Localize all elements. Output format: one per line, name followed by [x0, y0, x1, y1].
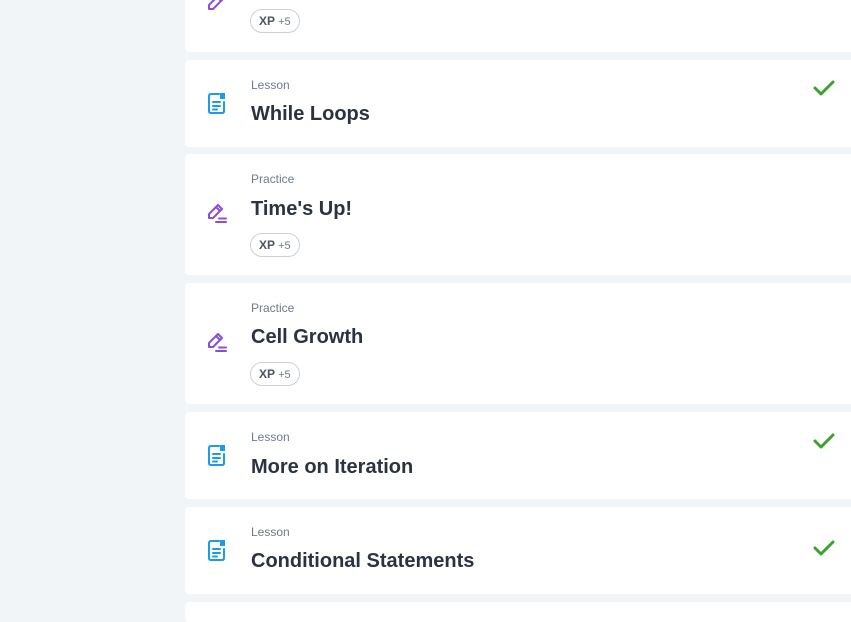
- xp-badge: XP +5: [250, 9, 300, 33]
- item-title[interactable]: Time's Up!: [251, 197, 352, 221]
- completed-check-icon: [813, 433, 835, 449]
- item-kind: Practice: [251, 172, 295, 186]
- item-kind: Lesson: [251, 525, 290, 539]
- xp-value: +5: [278, 369, 291, 381]
- completed-check-icon: [813, 80, 835, 96]
- item-title[interactable]: More on Iteration: [251, 455, 413, 479]
- lesson-document-icon: [208, 540, 225, 561]
- xp-label: XP: [259, 14, 276, 28]
- practice-card[interactable]: Practice Cell Growth XP +5: [185, 283, 851, 404]
- item-title[interactable]: While Loops: [251, 102, 370, 126]
- item-kind: Lesson: [251, 78, 290, 92]
- xp-badge: XP +5: [250, 362, 300, 386]
- practice-pencil-icon: [208, 0, 224, 10]
- lesson-document-icon: [208, 93, 225, 114]
- xp-value: +5: [278, 240, 291, 252]
- xp-value: +5: [278, 16, 291, 28]
- xp-label: XP: [259, 238, 276, 252]
- lesson-card[interactable]: Lesson More on Iteration: [185, 412, 851, 499]
- completed-check-icon: [813, 540, 835, 556]
- practice-pencil-icon: [208, 204, 227, 223]
- item-title[interactable]: Cell Growth: [251, 325, 363, 349]
- item-kind: Practice: [251, 301, 295, 315]
- lesson-document-icon: [208, 445, 225, 466]
- item-kind: Lesson: [251, 430, 290, 444]
- lesson-card[interactable]: Lesson While Loops: [185, 60, 851, 147]
- xp-label: XP: [259, 367, 276, 381]
- xp-badge: XP +5: [250, 233, 300, 257]
- item-title[interactable]: Conditional Statements: [251, 549, 474, 573]
- next-card[interactable]: [185, 602, 851, 622]
- lesson-card[interactable]: Lesson Conditional Statements: [185, 507, 851, 594]
- practice-card[interactable]: XP +5: [185, 0, 851, 52]
- practice-pencil-icon: [208, 333, 227, 352]
- practice-card[interactable]: Practice Time's Up! XP +5: [185, 154, 851, 275]
